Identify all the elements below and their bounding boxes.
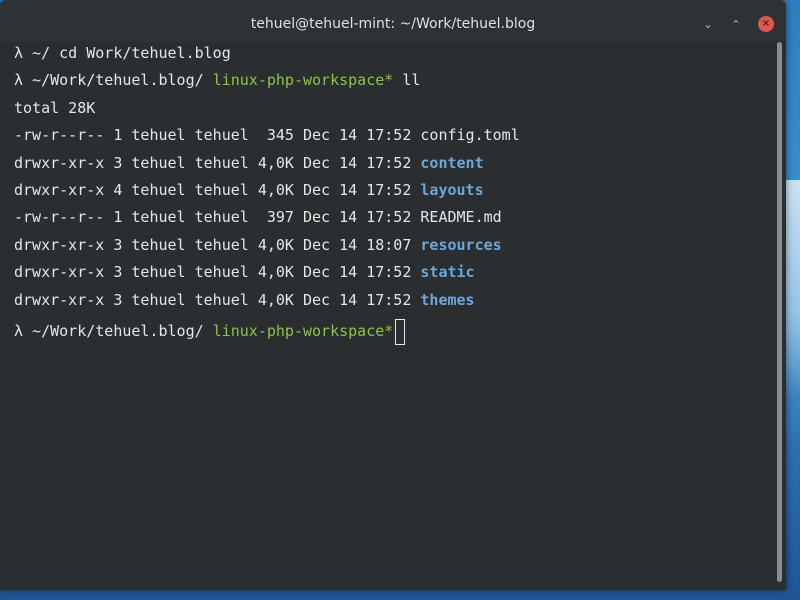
listing-row: drwxr-xr-x 3 tehuel tehuel 4,0K Dec 14 1…: [14, 153, 484, 173]
terminal-line: total 28K: [14, 98, 95, 118]
close-icon: ×: [761, 18, 771, 29]
directory-name: resources: [420, 236, 502, 254]
window-title: tehuel@tehuel-mint: ~/Work/tehuel.blog: [250, 16, 536, 32]
listing-row: -rw-r--r-- 1 tehuel tehuel 397 Dec 14 17…: [14, 207, 502, 227]
chevron-up-icon: ⌃: [731, 17, 741, 31]
output-text: total 28K: [14, 99, 96, 117]
directory-name: static: [420, 263, 475, 281]
listing-row: -rw-r--r-- 1 tehuel tehuel 345 Dec 14 17…: [14, 125, 520, 145]
listing-row: drwxr-xr-x 3 tehuel tehuel 4,0K Dec 14 1…: [14, 235, 502, 255]
file-meta: drwxr-xr-x 3 tehuel tehuel 4,0K Dec 14 1…: [14, 154, 421, 172]
command: cd Work/tehuel.blog: [59, 44, 231, 62]
scrollbar[interactable]: [774, 42, 786, 590]
minimize-button[interactable]: ⌄: [700, 16, 716, 32]
chevron-down-icon: ⌄: [703, 17, 713, 31]
file-name: README.md: [420, 208, 502, 226]
scrollbar-thumb[interactable]: [777, 42, 782, 582]
prompt: λ ~/Work/tehuel.blog/: [14, 322, 213, 340]
file-meta: drwxr-xr-x 4 tehuel tehuel 4,0K Dec 14 1…: [14, 181, 421, 199]
file-meta: drwxr-xr-x 3 tehuel tehuel 4,0K Dec 14 1…: [14, 263, 421, 281]
terminal-output[interactable]: λ ~/ cd Work/tehuel.blog λ ~/Work/tehuel…: [0, 42, 774, 590]
git-branch: linux-php-workspace*: [212, 322, 394, 340]
file-meta: -rw-r--r-- 1 tehuel tehuel 397 Dec 14 17…: [14, 208, 421, 226]
directory-name: themes: [420, 291, 475, 309]
close-button[interactable]: ×: [758, 16, 774, 32]
git-branch: linux-php-workspace*: [212, 71, 394, 89]
terminal-line: λ ~/ cd Work/tehuel.blog: [14, 43, 231, 63]
directory-name: layouts: [420, 181, 484, 199]
file-meta: drwxr-xr-x 3 tehuel tehuel 4,0K Dec 14 1…: [14, 236, 421, 254]
command: ll: [393, 71, 421, 89]
maximize-button[interactable]: ⌃: [728, 16, 744, 32]
terminal-window[interactable]: tehuel@tehuel-mint: ~/Work/tehuel.blog ⌄…: [0, 0, 786, 590]
terminal-line: λ ~/Work/tehuel.blog/ linux-php-workspac…: [14, 317, 406, 345]
prompt: λ ~/Work/tehuel.blog/: [14, 71, 213, 89]
listing-row: drwxr-xr-x 3 tehuel tehuel 4,0K Dec 14 1…: [14, 290, 475, 310]
text-cursor[interactable]: [395, 318, 406, 345]
prompt: λ ~/: [14, 44, 60, 62]
file-meta: -rw-r--r-- 1 tehuel tehuel 345 Dec 14 17…: [14, 126, 421, 144]
listing-row: drwxr-xr-x 3 tehuel tehuel 4,0K Dec 14 1…: [14, 262, 475, 282]
terminal-line: λ ~/Work/tehuel.blog/ linux-php-workspac…: [14, 70, 420, 90]
file-meta: drwxr-xr-x 3 tehuel tehuel 4,0K Dec 14 1…: [14, 291, 421, 309]
title-bar[interactable]: tehuel@tehuel-mint: ~/Work/tehuel.blog ⌄…: [0, 0, 786, 42]
directory-name: content: [420, 154, 484, 172]
listing-row: drwxr-xr-x 4 tehuel tehuel 4,0K Dec 14 1…: [14, 180, 484, 200]
file-name: config.toml: [420, 126, 520, 144]
